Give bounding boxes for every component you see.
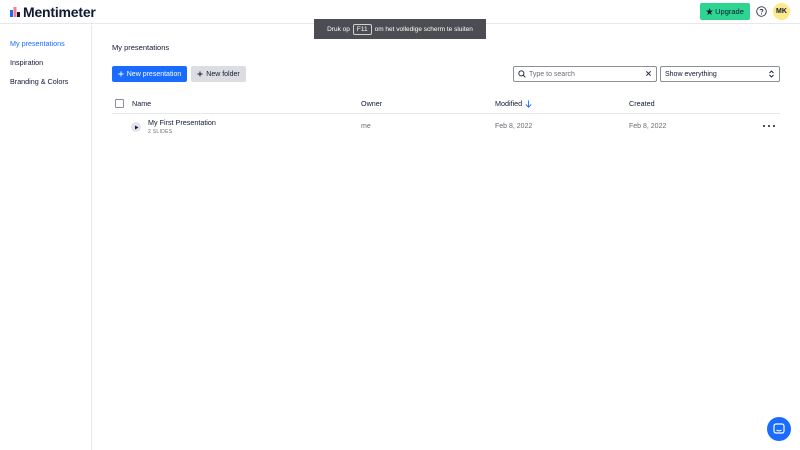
help-icon[interactable] — [756, 6, 767, 17]
column-header-owner[interactable]: Owner — [361, 99, 382, 108]
column-header-created[interactable]: Created — [629, 99, 655, 108]
new-presentation-button[interactable]: New presentation — [112, 66, 187, 82]
select-all-checkbox[interactable] — [115, 99, 124, 108]
chevron-updown-icon — [769, 70, 774, 78]
plus-icon — [197, 71, 203, 77]
app-window: Mentimeter Upgrade MK Druk op F11 om het… — [0, 0, 800, 450]
column-header-modified[interactable]: Modified — [495, 99, 532, 108]
sidebar-item-branding-colors[interactable]: Branding & Colors — [10, 77, 68, 86]
sidebar: My presentations Inspiration Branding & … — [0, 25, 92, 450]
star-icon — [706, 8, 714, 15]
avatar[interactable]: MK — [773, 3, 790, 20]
table-row[interactable]: My First Presentation 2 SLIDES me Feb 8,… — [112, 114, 780, 140]
column-header-name[interactable]: Name — [132, 99, 151, 108]
chat-button[interactable] — [767, 417, 791, 441]
filter-select[interactable]: Show everything — [660, 66, 780, 82]
toast-key: F11 — [352, 23, 372, 35]
column-header-created-label: Created — [629, 99, 655, 108]
presentation-title[interactable]: My First Presentation — [148, 118, 216, 127]
column-header-owner-label: Owner — [361, 99, 383, 108]
new-folder-button[interactable]: New folder — [191, 66, 246, 82]
sidebar-item-my-presentations[interactable]: My presentations — [10, 39, 65, 48]
toast-text-after: om het volledige scherm te sluiten — [374, 25, 473, 33]
upgrade-button[interactable]: Upgrade — [700, 3, 750, 20]
chat-icon — [773, 423, 785, 434]
search-input[interactable] — [529, 68, 641, 80]
play-icon — [134, 125, 138, 129]
plus-icon — [118, 71, 124, 77]
mentimeter-logo-icon — [10, 7, 20, 17]
logo[interactable]: Mentimeter — [10, 4, 96, 20]
sidebar-item-inspiration[interactable]: Inspiration — [10, 58, 43, 67]
more-icon[interactable] — [763, 122, 775, 130]
close-icon[interactable] — [645, 70, 652, 77]
column-header-name-label: Name — [132, 99, 152, 108]
new-folder-label: New folder — [206, 70, 240, 78]
presentation-slide-count: 2 SLIDES — [148, 129, 173, 135]
new-presentation-label: New presentation — [126, 70, 182, 78]
search-box — [513, 66, 657, 82]
arrow-down-icon — [525, 100, 532, 108]
play-button[interactable] — [131, 122, 141, 132]
created-cell: Feb 8, 2022 — [629, 123, 667, 130]
modified-cell: Feb 8, 2022 — [495, 123, 533, 130]
column-header-modified-label: Modified — [495, 99, 523, 108]
search-icon — [518, 70, 526, 78]
toast-text-before: Druk op — [327, 25, 350, 33]
owner-cell: me — [361, 123, 371, 130]
page-title: My presentations — [112, 43, 170, 52]
filter-select-value: Show everything — [665, 70, 717, 78]
fullscreen-toast: Druk op F11 om het volledige scherm te s… — [314, 19, 486, 39]
upgrade-label: Upgrade — [715, 7, 744, 16]
logo-text: Mentimeter — [23, 4, 96, 20]
